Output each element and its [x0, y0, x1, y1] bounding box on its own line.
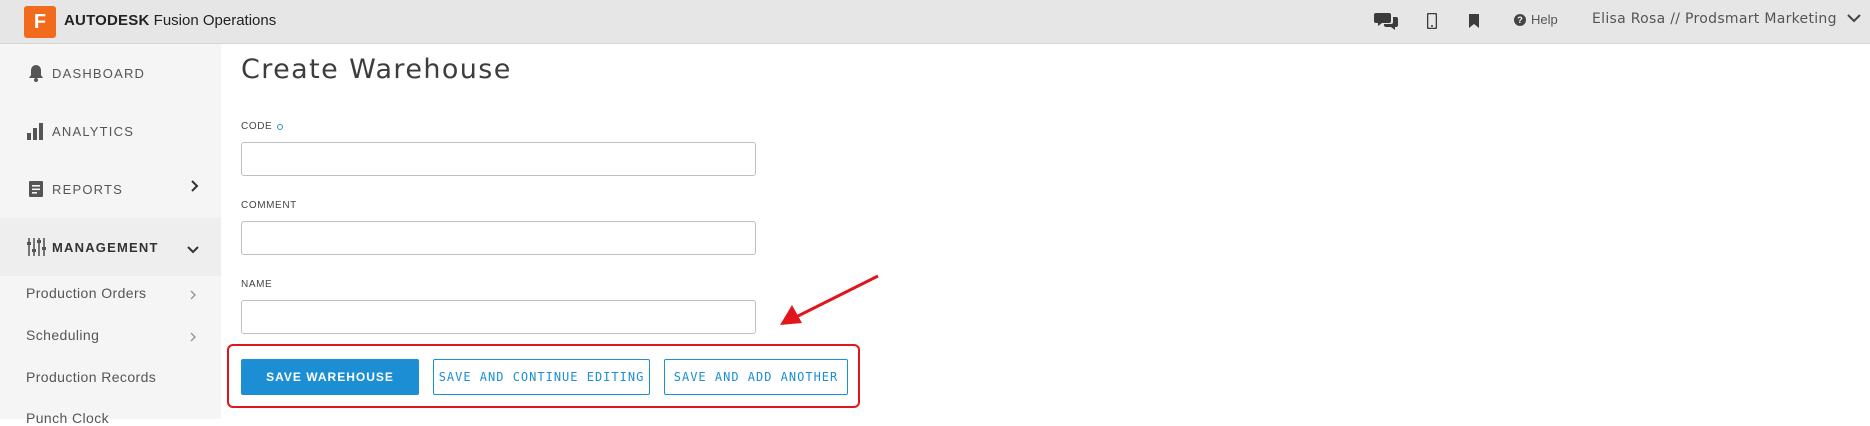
- field-label-text: COMMENT: [241, 200, 297, 211]
- app-logo[interactable]: F: [24, 6, 56, 38]
- document-icon: [26, 179, 46, 199]
- top-bar: F AUTODESK Fusion Operations ? Help Elis…: [0, 0, 1870, 44]
- comment-field-label: COMMENT: [241, 200, 297, 211]
- code-input[interactable]: [241, 142, 756, 176]
- name-input[interactable]: [241, 300, 756, 334]
- sidebar-subitem-label: Scheduling: [26, 327, 100, 343]
- bookmark-icon[interactable]: [1467, 10, 1481, 32]
- help-label: Help: [1531, 12, 1558, 27]
- save-warehouse-button[interactable]: SAVE WAREHOUSE: [241, 359, 419, 395]
- user-menu[interactable]: Elisa Rosa // Prodsmart Marketing: [1592, 11, 1861, 27]
- sidebar-subitem-production-records[interactable]: Production Records: [26, 369, 196, 385]
- sidebar-item-label: ANALYTICS: [52, 123, 135, 139]
- sidebar-item-dashboard[interactable]: DASHBOARD: [0, 44, 221, 102]
- field-label-text: NAME: [241, 279, 273, 290]
- required-indicator-icon: [277, 123, 284, 130]
- sidebar-subitem-label: Production Records: [26, 369, 157, 385]
- sidebar-subitem-production-orders[interactable]: Production Orders: [26, 285, 197, 303]
- chevron-right-icon: [191, 180, 199, 195]
- main-content: Create Warehouse CODE COMMENT NAME SAVE …: [221, 44, 1870, 419]
- sidebar-item-management[interactable]: MANAGEMENT: [0, 218, 221, 276]
- field-label-text: CODE: [241, 121, 273, 132]
- save-and-continue-editing-button[interactable]: SAVE AND CONTINUE EDITING: [433, 359, 650, 395]
- user-label: Elisa Rosa // Prodsmart Marketing: [1592, 11, 1837, 27]
- brand-title: AUTODESK Fusion Operations: [64, 12, 276, 29]
- chevron-down-icon: [187, 242, 199, 257]
- sidebar-subitem-punch-clock[interactable]: Punch Clock: [26, 410, 196, 426]
- brand-name-rest: Fusion Operations: [149, 12, 277, 29]
- sidebar-subitem-label: Punch Clock: [26, 410, 109, 426]
- chat-icon[interactable]: [1373, 10, 1399, 32]
- code-field-label: CODE: [241, 121, 284, 132]
- save-and-add-another-button[interactable]: SAVE AND ADD ANOTHER: [664, 359, 848, 395]
- sidebar-item-label: REPORTS: [52, 181, 124, 197]
- sidebar-subitem-label: Production Orders: [26, 285, 147, 301]
- chevron-down-icon: [1847, 11, 1861, 27]
- sidebar-item-label: DASHBOARD: [52, 65, 146, 81]
- bell-icon: [26, 63, 46, 83]
- sidebar-item-label: MANAGEMENT: [52, 239, 159, 255]
- sidebar: DASHBOARD ANALYTICS REPORTS MANAGEMENT P…: [0, 44, 221, 426]
- sidebar-item-analytics[interactable]: ANALYTICS: [0, 102, 221, 160]
- sliders-icon: [26, 237, 46, 257]
- help-link[interactable]: ? Help: [1514, 12, 1558, 27]
- help-icon: ?: [1514, 13, 1526, 26]
- chevron-right-icon: [190, 329, 197, 345]
- chevron-right-icon: [190, 287, 197, 303]
- mobile-icon[interactable]: [1424, 10, 1440, 32]
- comment-input[interactable]: [241, 221, 756, 255]
- name-field-label: NAME: [241, 279, 272, 290]
- bar-chart-icon: [26, 121, 46, 141]
- page-title: Create Warehouse: [241, 54, 512, 85]
- sidebar-item-reports[interactable]: REPORTS: [0, 160, 221, 218]
- sidebar-subitem-scheduling[interactable]: Scheduling: [26, 327, 197, 345]
- brand-name-bold: AUTODESK: [64, 12, 150, 29]
